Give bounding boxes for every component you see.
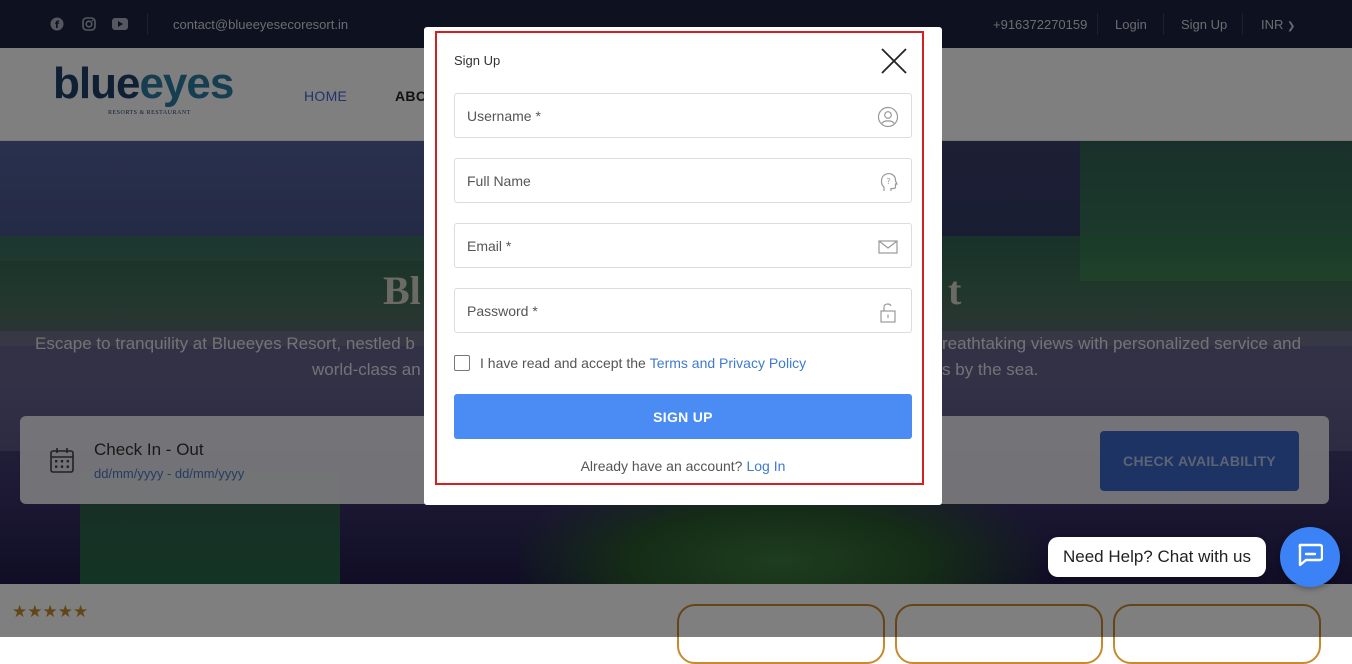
terms-row: I have read and accept the Terms and Pri… [454,355,806,371]
password-field[interactable]: Password * [454,288,912,333]
login-link-modal[interactable]: Log In [746,458,785,474]
user-icon [877,106,899,128]
modal-title: Sign Up [454,53,501,68]
username-field[interactable]: Username * [454,93,912,138]
terms-checkbox[interactable] [454,355,470,371]
close-icon[interactable] [878,45,910,77]
terms-text: I have read and accept the [480,355,646,371]
login-prompt: Already have an account? Log In [454,458,912,474]
signup-button[interactable]: SIGN UP [454,394,912,439]
mail-icon [877,236,899,258]
head-question-icon: ? [877,171,899,193]
password-placeholder: Password * [467,303,538,319]
lock-icon [877,301,899,323]
have-account-text: Already have an account? [580,458,743,474]
email-placeholder: Email * [467,238,512,254]
chat-prompt[interactable]: Need Help? Chat with us [1048,537,1266,577]
fullname-placeholder: Full Name [467,173,531,189]
chat-button[interactable] [1280,527,1340,587]
email-field[interactable]: Email * [454,223,912,268]
username-placeholder: Username * [467,108,541,124]
svg-text:?: ? [886,177,890,186]
terms-link[interactable]: Terms and Privacy Policy [650,355,806,371]
fullname-field[interactable]: Full Name ? [454,158,912,203]
chat-icon [1297,543,1324,572]
